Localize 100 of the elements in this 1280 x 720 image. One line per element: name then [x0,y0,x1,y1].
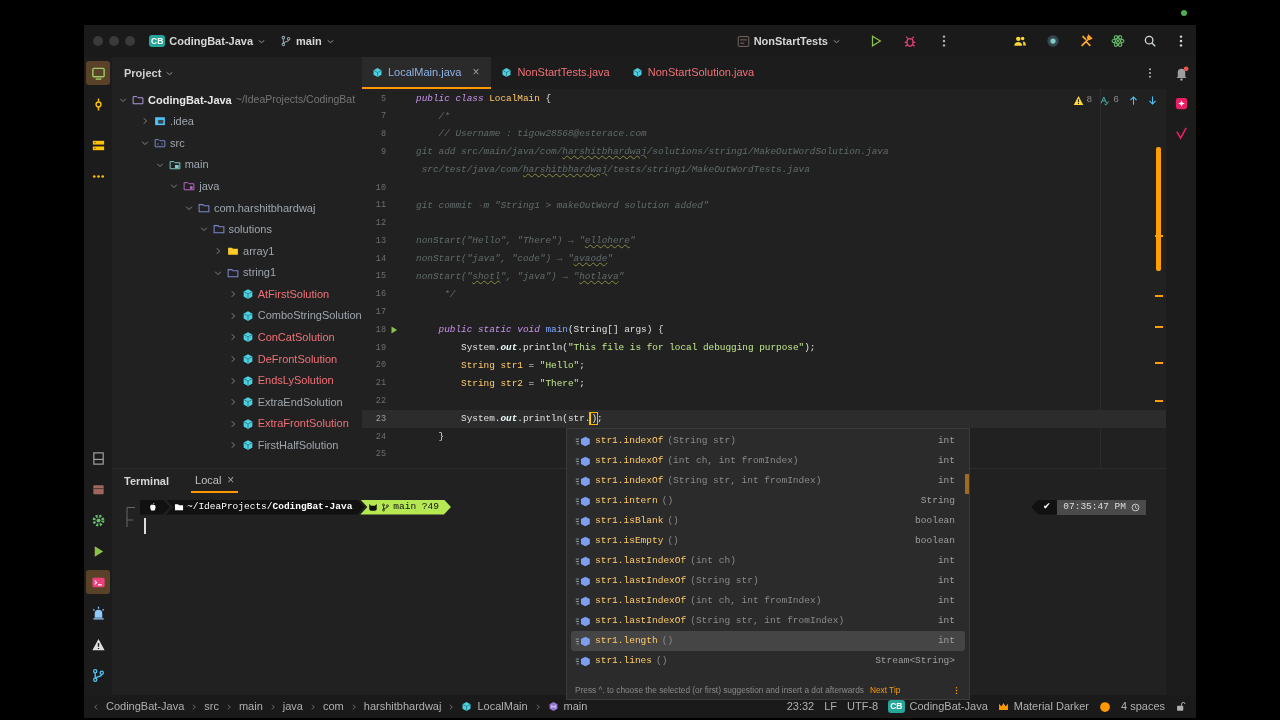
tree-item[interactable]: array1 [243,242,275,260]
tree-item[interactable]: java [199,177,220,195]
completion-item[interactable]: str1.isBlank () boolean [571,511,965,531]
tree-item[interactable]: .idea [170,113,194,130]
line-number: 7 [379,110,386,124]
completion-item[interactable]: str1.indexOf (String str) int [571,431,965,451]
chevron-icon [447,702,456,711]
editor-tab[interactable]: NonStartSolution.java [621,57,767,89]
bookmark-icon[interactable] [90,450,106,466]
project-switcher[interactable]: CB CodingBat-Java [149,32,267,50]
next-tip-link[interactable]: Next Tip [869,683,901,697]
record-icon[interactable] [1046,34,1060,48]
tree-item[interactable]: EndsLySolution [257,372,334,389]
method-icon [575,554,591,568]
class-icon [241,439,254,452]
clock-icon [1131,502,1140,512]
file-encoding[interactable]: UTF-8 [847,698,879,715]
completion-item[interactable]: str1.intern () String [571,491,965,511]
people-icon[interactable] [1013,34,1027,48]
warning-icon[interactable] [1072,94,1084,106]
editor-tab[interactable]: LocalMain.java × [362,57,492,89]
completion-item[interactable]: str1.indexOf (String str, int fromIndex) int [571,471,965,491]
project-path: ~/IdeaProjects/CodingBat [235,91,356,107]
warning-icon[interactable] [90,636,106,652]
code-line: } [437,430,445,444]
completion-item[interactable]: str1.lastIndexOf (int ch) int [571,551,965,571]
line-separator[interactable]: LF [824,698,838,715]
tree-item[interactable]: com.harshitbhardwaj [213,199,316,216]
breadcrumb[interactable]: src [204,698,219,715]
tree-item[interactable]: AtFirstSolution [257,285,330,303]
git-segment: main ?49 [360,499,451,515]
folder-icon [132,93,144,106]
config-folder-icon [154,115,167,128]
lock-icon[interactable] [1175,701,1186,712]
status-segment: ✔ [1031,499,1058,515]
git-branch-icon[interactable] [90,667,106,683]
tree-item[interactable]: DeFrontSolution [257,350,338,368]
search-icon[interactable] [1143,34,1157,48]
panel-title[interactable]: Project [124,64,162,82]
project-icon[interactable] [90,65,106,81]
atom-icon[interactable] [1111,34,1125,48]
tree-item[interactable]: main [184,156,209,173]
code-line: // Username : tigow28568@esterace.com [437,127,647,142]
tree-item[interactable]: string1 [243,264,277,281]
tree-item[interactable]: FirstHalfSolution [257,437,339,454]
breadcrumb[interactable]: LocalMain [461,698,528,715]
alarm-icon[interactable] [90,605,106,621]
tree-item[interactable]: ComboStringSolution [257,307,362,324]
code-line: String str2 = "There"; [460,376,585,391]
tree-item[interactable]: src [170,134,185,152]
code-line: nonStart("Hello", "There") → "ellohere" [416,234,636,249]
breadcrumb[interactable]: CodingBat-Java [106,698,185,715]
run-config-selector[interactable]: NonStartTests [736,32,841,50]
status-circle-icon[interactable] [1098,700,1111,713]
branch-switcher[interactable]: main [280,32,335,50]
ai-assistant-icon[interactable] [1173,95,1189,111]
run-icon[interactable] [869,34,883,48]
breadcrumb[interactable]: main [547,698,588,715]
checkmark-icon[interactable] [1173,125,1189,141]
completion-item[interactable]: str1.lastIndexOf (String str) int [571,571,965,591]
typo-icon[interactable] [1099,94,1111,106]
tree-item[interactable]: ExtraEndSolution [257,393,343,411]
cursor-position[interactable]: 23:32 [786,698,815,715]
completion-item[interactable]: str1.lastIndexOf (int ch, int fromIndex) int [571,591,965,611]
theme-selector[interactable]: Material Darker [997,698,1089,715]
completion-item[interactable]: str1.length () int [571,631,965,651]
terminal-cursor [144,518,146,534]
tree-item[interactable]: ExtraFrontSolution [257,415,349,432]
up-arrow-icon[interactable] [1128,94,1139,106]
branch-icon [381,502,391,512]
package-icon [197,201,210,214]
hint-text: Press ^. to choose the selected (or first) suggestion and insert a dot afterwards [575,683,864,697]
breadcrumb[interactable]: main [238,698,263,715]
tree-item[interactable]: CodingBat-Java [148,91,232,109]
cat-icon [368,502,379,512]
run-icon[interactable] [389,325,399,336]
editor-tab[interactable]: NonStartTests.java [491,57,622,89]
chevron-icon[interactable] [92,702,100,711]
code-line: public class LocalMain { [416,91,552,106]
class-icon [241,352,254,365]
down-arrow-icon[interactable] [1147,94,1158,106]
line-number: 12 [374,217,386,230]
tools-icon[interactable] [1079,34,1093,48]
tree-item[interactable]: solutions [228,221,272,238]
terminal-tab[interactable]: Local × [191,469,239,493]
project-indicator[interactable]: CB CodingBat-Java [888,698,988,715]
breadcrumb[interactable]: java [282,698,303,715]
debug-icon[interactable] [903,34,917,48]
gear-icon[interactable] [90,512,106,528]
typo-count: 6 [1113,93,1119,107]
completion-item[interactable]: str1.lines () Stream<String> [571,651,965,671]
indent-setting[interactable]: 4 spaces [1120,698,1165,715]
code-line: public static void main(String[] args) { [437,323,664,338]
breadcrumb[interactable]: com [323,698,344,715]
tree-item[interactable]: ConCatSolution [257,329,335,346]
completion-item[interactable]: str1.lastIndexOf (String str, int fromIndex) int [571,611,965,631]
breadcrumb[interactable]: harshitbhardwaj [363,698,442,715]
completion-item[interactable]: str1.indexOf (int ch, int fromIndex) int [571,451,965,471]
source-folder-icon [154,137,167,149]
completion-item[interactable]: str1.isEmpty () boolean [571,531,965,551]
